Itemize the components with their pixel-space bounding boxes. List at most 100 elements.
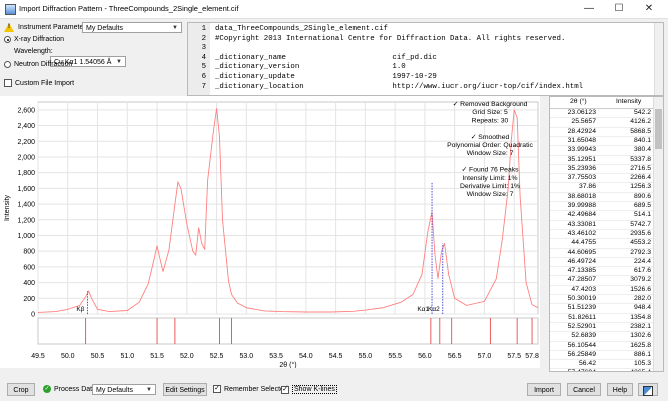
y-tick-label: 800 (23, 249, 35, 256)
table-header: 2θ (°) Intensity (550, 97, 653, 109)
crop-button[interactable]: Crop (7, 383, 35, 396)
x-tick-label: 51.5 (150, 353, 164, 360)
remember-selected-label: Remember Selected (224, 385, 288, 393)
cell-intensity: 5868.5 (630, 127, 651, 135)
cell-intensity: 514.1 (633, 211, 651, 219)
table-row[interactable]: 35.12951 5337.8 (550, 156, 653, 165)
cif-scrollbar[interactable] (654, 23, 663, 95)
table-row[interactable]: 31.65048 840.1 (550, 137, 653, 147)
table-row[interactable]: 38.68018 890.6 (550, 192, 653, 203)
cell-intensity: 4265.4 (630, 369, 651, 371)
cell-intensity: 948.4 (633, 304, 651, 312)
cell-intensity: 1302.6 (630, 332, 651, 340)
table-row[interactable]: 51.51239 948.4 (550, 304, 653, 314)
table-row[interactable]: 47.4203 1526.6 (550, 286, 653, 296)
cell-2theta: 47.13385 (567, 267, 596, 275)
cell-intensity: 3079.2 (630, 276, 651, 284)
xray-radio[interactable]: X-ray Diffraction (4, 36, 64, 43)
edit-settings-button[interactable]: Edit Settings (163, 383, 207, 396)
x-tick-label: 52.5 (210, 353, 224, 360)
cell-2theta: 38.68018 (567, 192, 596, 200)
import-button[interactable]: Import (527, 383, 561, 396)
table-row[interactable]: 39.99988 689.5 (550, 202, 653, 212)
cif-line-text: #Copyright 2013 International Centre for… (215, 34, 566, 43)
table-row[interactable]: 52.52901 2382.1 (550, 323, 653, 333)
custom-file-import-label: Custom File Import (15, 79, 75, 87)
table-row[interactable]: 51.82611 1354.8 (550, 314, 653, 323)
cif-line-number: 5 (201, 63, 206, 72)
cancel-button[interactable]: Cancel (567, 383, 601, 396)
help-button[interactable]: Help (607, 383, 633, 396)
y-tick-label: 1,800 (17, 170, 35, 177)
table-scroll-thumb[interactable] (655, 109, 662, 149)
cell-2theta: 50.30019 (567, 295, 596, 302)
remember-selected-checkbox[interactable]: ✓ Remember Selected (213, 385, 288, 393)
cell-2theta: 23.06123 (567, 109, 596, 116)
checkbox-checked-icon: ✓ (281, 385, 289, 394)
table-row[interactable]: 43.46102 2935.6 (550, 230, 653, 240)
table-row[interactable]: 37.75503 2266.4 (550, 174, 653, 184)
x-tick-label: 53.5 (269, 353, 283, 360)
x-tick-label: 56.0 (418, 353, 432, 360)
cif-line-number: 7 (201, 82, 206, 91)
cif-line-text: _dictionary_location http://www.iucr.org… (215, 82, 584, 91)
table-row[interactable]: 52.6839 1302.6 (550, 332, 653, 342)
cell-2theta: 42.49684 (567, 211, 596, 219)
cell-intensity: 380.4 (633, 146, 651, 154)
fullscreen-button[interactable] (638, 383, 658, 396)
cell-2theta: 35.23936 (567, 164, 596, 172)
table-row[interactable]: 23.06123 542.2 (550, 109, 653, 119)
k-line-label: Kα2 (428, 306, 440, 313)
y-tick-label: 600 (23, 264, 35, 271)
table-row[interactable]: 37.86 1256.3 (550, 183, 653, 193)
table-row[interactable]: 46.49724 224.4 (550, 257, 653, 268)
x-tick-label: 55.5 (388, 353, 402, 360)
col-intensity-header[interactable]: Intensity (616, 98, 641, 105)
table-row[interactable]: 28.42924 5868.5 (550, 128, 653, 137)
process-data-select[interactable]: My Defaults ▼ (92, 384, 156, 395)
table-row[interactable]: 35.23936 2716.5 (550, 164, 653, 175)
table-row[interactable]: 56.42 105.3 (550, 360, 653, 370)
cell-intensity: 542.2 (633, 109, 651, 116)
close-button[interactable]: ✕ (634, 0, 664, 18)
cell-intensity: 224.4 (633, 257, 651, 265)
x-tick-label: 52.0 (180, 353, 194, 360)
table-row[interactable]: 44.4755 4553.2 (550, 239, 653, 249)
show-klines-checkbox[interactable]: ✓ Show K-lines (281, 385, 337, 394)
y-tick-label: 1,200 (17, 217, 35, 224)
table-row[interactable]: 57.47694 4265.4 (550, 369, 653, 371)
minimize-button[interactable]: — (574, 0, 604, 18)
diffraction-chart[interactable]: 49.5 50.0 50.5 51.0 51.5 52.0 52.5 53.0 53.5 54.0… (0, 96, 540, 369)
instrument-select[interactable]: My Defaults ▼ (82, 22, 182, 33)
cell-2theta: 33.99943 (567, 146, 596, 154)
table-row[interactable]: 25.5657 4126.2 (550, 118, 653, 128)
table-row[interactable]: 47.28507 3079.2 (550, 276, 653, 286)
neutron-radio[interactable]: Neutron Diffraction (4, 61, 72, 68)
table-row[interactable]: 56.25849 886.1 (550, 351, 653, 361)
table-scrollbar[interactable] (653, 97, 663, 371)
custom-file-import-checkbox[interactable]: Custom File Import (4, 79, 74, 87)
checkbox-unchecked-icon (4, 79, 12, 87)
table-row[interactable]: 50.30019 282.0 (550, 295, 653, 305)
process-data-value: My Defaults (96, 387, 133, 394)
checkbox-checked-icon: ✓ (213, 385, 221, 393)
table-row[interactable]: 56.10544 1625.8 (550, 342, 653, 351)
cif-text-viewer[interactable]: 1 data_ThreeCompounds_2Single_element.cif… (187, 22, 664, 96)
cell-intensity: 282.0 (633, 295, 651, 302)
stick-panel (37, 317, 539, 345)
k-line-label: Kβ (76, 306, 84, 313)
table-row[interactable]: 47.13385 617.6 (550, 267, 653, 277)
col-2theta-header[interactable]: 2θ (°) (570, 98, 587, 105)
peak-table[interactable]: 2θ (°) Intensity 23.06123 542.2 25.5657 412… (549, 96, 664, 372)
table-row[interactable]: 42.49684 514.1 (550, 211, 653, 221)
maximize-button[interactable]: ☐ (604, 0, 634, 18)
processing-annotation: Polynomial Order: Quadratic (447, 142, 533, 149)
cell-2theta: 28.42924 (567, 127, 596, 135)
cell-intensity: 5337.8 (630, 155, 651, 163)
table-row[interactable]: 44.60695 2792.3 (550, 249, 653, 258)
table-row[interactable]: 33.99943 380.4 (550, 146, 653, 156)
cif-line-number: 2 (201, 34, 206, 43)
cell-2theta: 56.10544 (567, 341, 596, 349)
chevron-down-icon: ▼ (116, 59, 122, 65)
table-row[interactable]: 43.33081 5742.7 (550, 221, 653, 230)
